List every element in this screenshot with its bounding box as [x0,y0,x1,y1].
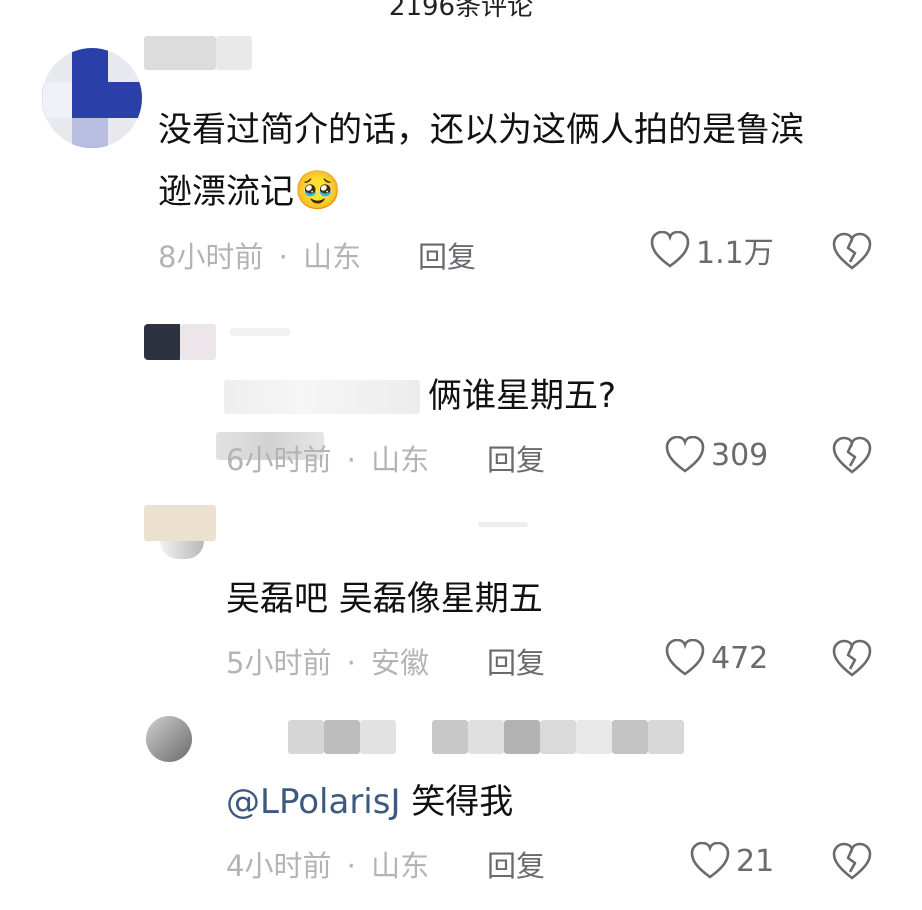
like-count: 1.1万 [696,236,774,271]
comment-time: 6小时前 [226,443,332,477]
comment-meta: 5小时前 · 安徽 [226,640,429,682]
broken-heart-icon[interactable] [832,436,872,476]
avatar[interactable] [144,324,180,360]
broken-heart-icon[interactable] [832,639,872,679]
meta-separator: · [346,849,356,883]
comment-time: 8小时前 [158,240,264,274]
comment-meta: 4小时前 · 山东 [226,843,429,885]
avatar[interactable] [146,716,192,762]
meta-separator: · [346,443,356,477]
comment-location: 山东 [371,443,430,477]
avatar[interactable] [180,324,216,360]
username-blurred[interactable] [216,36,252,70]
comment-meta: 8小时前 · 山东 [158,234,361,276]
comment-location: 安徽 [371,646,430,680]
like-count: 21 [736,843,775,879]
like-count: 309 [711,437,769,473]
avatar[interactable] [160,541,204,559]
reply-button[interactable]: 回复 [487,843,545,885]
emoji-holding-back-tears: 🥹 [294,168,342,212]
avatar[interactable] [144,505,216,541]
mention-blurred[interactable] [224,380,420,414]
comment-text: 笑得我 [411,782,514,822]
meta-separator: · [278,240,288,274]
comment-text-continued: 逊漂流记 [158,172,294,212]
comment-location: 山东 [371,849,430,883]
meta-separator: · [346,646,356,680]
broken-heart-icon[interactable] [832,842,872,882]
comment-meta: 6小时前 · 山东 [226,437,429,479]
like-button[interactable]: 1.1万 [650,230,774,271]
heart-outline-icon [665,639,705,676]
broken-heart-icon[interactable] [832,232,872,272]
heart-outline-icon [690,842,730,879]
comment-text: 没看过简介的话，还以为这俩人拍的是鲁滨 [158,110,804,150]
comment-time: 5小时前 [226,646,332,680]
reply-button[interactable]: 回复 [487,640,545,682]
like-button[interactable]: 472 [665,638,768,678]
mention-link[interactable]: @LPolarisJ [226,782,400,822]
comment-text: 吴磊吧 吴磊像星期五 [226,579,543,619]
username-blurred[interactable] [144,36,216,70]
username-blurred[interactable] [230,328,290,336]
avatar[interactable] [42,48,142,148]
comment-text: 俩谁星期五? [428,376,617,416]
heart-outline-icon [665,436,705,473]
like-button[interactable]: 21 [690,841,774,881]
comment-text-line2: 逊漂流记🥹 [158,160,341,222]
username-blurred[interactable] [478,522,528,527]
comment-text-row: @LPolarisJ 笑得我 [226,772,513,832]
like-button[interactable]: 309 [665,435,768,475]
like-count: 472 [711,640,769,676]
comment-location: 山东 [303,240,362,274]
comment-count-header: 2196条评论 [388,0,534,22]
reply-button[interactable]: 回复 [487,437,545,479]
comment-time: 4小时前 [226,849,332,883]
heart-outline-icon [650,231,690,268]
reply-button[interactable]: 回复 [418,234,476,276]
